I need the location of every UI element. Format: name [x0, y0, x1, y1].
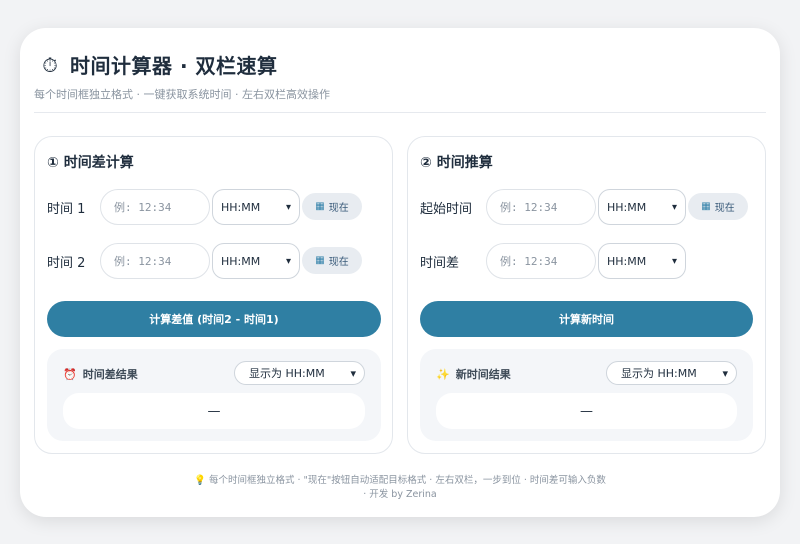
- now-label: 现在: [328, 257, 349, 268]
- difference-display-select[interactable]: 显示为 HH:MM ▾: [234, 361, 365, 385]
- start-time-input[interactable]: [486, 189, 596, 225]
- delta-format-select[interactable]: HH:MM ▾: [598, 243, 686, 279]
- new-time-result-box: ✨ 新时间结果 显示为 HH:MM ▾ —: [420, 349, 753, 441]
- header-divider: [34, 112, 766, 113]
- alarm-clock-icon: ⏰: [63, 367, 77, 381]
- time1-format-select[interactable]: HH:MM ▾: [212, 189, 300, 225]
- time1-input[interactable]: [100, 189, 210, 225]
- calculate-difference-button[interactable]: 计算差值 (时间2 - 时间1): [47, 301, 381, 337]
- start-time-format-value: HH:MM: [607, 200, 647, 214]
- calendar-icon: ▦: [315, 255, 325, 266]
- result-header: ✨ 新时间结果: [436, 366, 511, 382]
- new-time-result-value: —: [436, 393, 737, 429]
- page-title: 时间计算器 · 双栏速算: [70, 54, 278, 78]
- stopwatch-icon: ⏱: [42, 52, 58, 77]
- display-option-value: 显示为 HH:MM: [621, 367, 697, 380]
- sparkles-icon: ✨: [436, 367, 450, 381]
- chevron-down-icon: ▾: [350, 366, 356, 380]
- calendar-icon: ▦: [701, 201, 711, 212]
- delta-format-value: HH:MM: [607, 254, 647, 268]
- time2-row: 时间 2: [47, 243, 85, 279]
- start-time-label: 起始时间: [420, 201, 473, 217]
- delta-input[interactable]: [486, 243, 596, 279]
- page-subtitle: 每个时间框独立格式 · 一键获取系统时间 · 左右双栏高效操作: [34, 88, 330, 101]
- now-label: 现在: [714, 203, 735, 214]
- calculate-new-time-button[interactable]: 计算新时间: [420, 301, 753, 337]
- result-title: 时间差结果: [82, 368, 138, 381]
- time2-format-select[interactable]: HH:MM ▾: [212, 243, 300, 279]
- panel-title: ① 时间差计算: [47, 155, 134, 171]
- start-time-now-button[interactable]: ▦ 现在: [688, 193, 748, 220]
- display-option-value: 显示为 HH:MM: [249, 367, 325, 380]
- time1-row: 时间 1: [47, 189, 85, 225]
- time1-label: 时间 1: [47, 201, 86, 217]
- chevron-down-icon: ▾: [671, 255, 677, 267]
- start-time-format-select[interactable]: HH:MM ▾: [598, 189, 686, 225]
- time-difference-panel: ① 时间差计算 时间 1 HH:MM ▾ ▦ 现在 时间 2 HH:MM ▾ ▦…: [34, 136, 393, 454]
- time2-label: 时间 2: [47, 255, 86, 271]
- footer-text: 每个时间框独立格式 · "现在"按钮自动适配目标格式 · 左右双栏，一步到位 ·…: [208, 475, 606, 486]
- difference-result-box: ⏰ 时间差结果 显示为 HH:MM ▾ —: [47, 349, 381, 441]
- lightbulb-icon: 💡: [194, 475, 206, 486]
- delta-row: 时间差: [420, 243, 459, 279]
- app-card: ⏱ 时间计算器 · 双栏速算 每个时间框独立格式 · 一键获取系统时间 · 左右…: [20, 28, 780, 517]
- time2-now-button[interactable]: ▦ 现在: [302, 247, 362, 274]
- calendar-icon: ▦: [315, 201, 325, 212]
- delta-label: 时间差: [420, 255, 460, 271]
- time1-now-button[interactable]: ▦ 现在: [302, 193, 362, 220]
- footer-line-1: 💡 每个时间框独立格式 · "现在"按钮自动适配目标格式 · 左右双栏，一步到位…: [20, 474, 780, 488]
- time2-input[interactable]: [100, 243, 210, 279]
- time1-format-value: HH:MM: [221, 200, 261, 214]
- time-projection-panel: ② 时间推算 起始时间 HH:MM ▾ ▦ 现在 时间差 HH:MM ▾ 计算新…: [407, 136, 766, 454]
- now-label: 现在: [328, 203, 349, 214]
- chevron-down-icon: ▾: [671, 201, 677, 213]
- app-title: ⏱ 时间计算器 · 双栏速算: [38, 50, 278, 79]
- start-time-row: 起始时间: [420, 189, 472, 225]
- panel-title: ② 时间推算: [420, 155, 493, 171]
- chevron-down-icon: ▾: [285, 201, 291, 213]
- difference-result-value: —: [63, 393, 365, 429]
- footer-line-2: · 开发 by Zerina: [363, 489, 437, 500]
- result-header: ⏰ 时间差结果: [63, 366, 138, 382]
- time2-format-value: HH:MM: [221, 254, 261, 268]
- new-time-display-select[interactable]: 显示为 HH:MM ▾: [606, 361, 737, 385]
- footer: 💡 每个时间框独立格式 · "现在"按钮自动适配目标格式 · 左右双栏，一步到位…: [20, 474, 780, 502]
- chevron-down-icon: ▾: [285, 255, 291, 267]
- result-title: 新时间结果: [455, 368, 511, 381]
- chevron-down-icon: ▾: [722, 366, 728, 380]
